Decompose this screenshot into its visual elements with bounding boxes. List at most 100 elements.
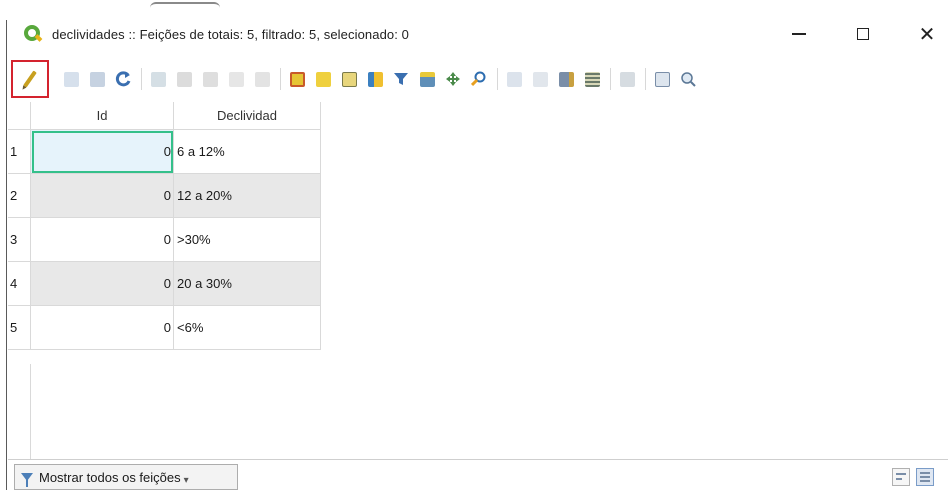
pan-to-selection-button[interactable]: [443, 69, 463, 89]
refresh-icon: [115, 71, 131, 87]
filter-icon: [394, 73, 408, 85]
form-view-icon-line: [896, 478, 902, 480]
minimize-icon: [792, 33, 806, 35]
cell-id[interactable]: 0: [31, 130, 174, 174]
cut-icon: [202, 71, 218, 87]
multi-edit-button[interactable]: [61, 69, 81, 89]
select-all-button[interactable]: [313, 69, 333, 89]
table-view-icon-line: [920, 476, 930, 478]
paste-button[interactable]: [252, 69, 272, 89]
cell-id[interactable]: 0: [31, 306, 174, 350]
deselect-all-button[interactable]: [365, 69, 385, 89]
filter-select-button[interactable]: [391, 69, 411, 89]
cell-id[interactable]: 0: [31, 218, 174, 262]
corner-header[interactable]: [8, 102, 31, 130]
separator: [141, 68, 142, 90]
filter-icon: [21, 473, 33, 487]
actions-button[interactable]: [617, 69, 637, 89]
add-feature-button[interactable]: [148, 69, 168, 89]
separator: [610, 68, 611, 90]
minimize-button[interactable]: [776, 20, 822, 48]
table-row[interactable]: 3 0 >30%: [8, 218, 321, 262]
field-calculator-icon: [558, 71, 574, 87]
save-edits-button[interactable]: [87, 69, 107, 89]
deselect-icon: [367, 71, 383, 87]
row-header-gutter: [8, 364, 31, 459]
zoom-to-selection-button[interactable]: [469, 69, 489, 89]
expression-select-icon: [289, 71, 305, 87]
row-header[interactable]: 1: [8, 130, 31, 174]
cell-id[interactable]: 0: [31, 174, 174, 218]
separator: [497, 68, 498, 90]
invert-selection-icon: [341, 71, 357, 87]
new-field-icon: [506, 71, 522, 87]
row-header[interactable]: 2: [8, 174, 31, 218]
title-bar: declividades :: Feições de totais: 5, fi…: [8, 12, 948, 56]
delete-field-icon: [532, 71, 548, 87]
zoom-selection-icon: [471, 71, 486, 87]
show-features-filter-button[interactable]: Mostrar todos os feições ▾: [14, 464, 238, 490]
window-edge: [150, 2, 220, 8]
field-calculator-button[interactable]: [556, 69, 576, 89]
table-row[interactable]: 2 0 12 a 20%: [8, 174, 321, 218]
paste-icon: [254, 71, 270, 87]
table-row[interactable]: 4 0 20 a 30%: [8, 262, 321, 306]
row-header[interactable]: 4: [8, 262, 31, 306]
window-edge: [6, 20, 7, 490]
select-all-icon: [315, 71, 331, 87]
conditional-format-icon: [584, 71, 600, 87]
cut-button[interactable]: [200, 69, 220, 89]
select-by-expression-button[interactable]: [287, 69, 307, 89]
zoom-map-button[interactable]: [678, 69, 698, 89]
window-title: declividades :: Feições de totais: 5, fi…: [52, 26, 409, 42]
move-selection-top-button[interactable]: [417, 69, 437, 89]
attribute-table-window: declividades :: Feições de totais: 5, fi…: [8, 12, 948, 493]
column-header-declividad[interactable]: Declividad: [174, 102, 321, 130]
cell-declividad[interactable]: >30%: [174, 218, 321, 262]
maximize-button[interactable]: [840, 20, 886, 48]
toggle-editing-button[interactable]: [11, 60, 49, 98]
row-header[interactable]: 5: [8, 306, 31, 350]
cell-declividad[interactable]: 20 a 30%: [174, 262, 321, 306]
row-header[interactable]: 3: [8, 218, 31, 262]
copy-button[interactable]: [226, 69, 246, 89]
pan-icon: [446, 72, 460, 86]
copy-icon: [228, 71, 244, 87]
table-view-button[interactable]: [916, 468, 934, 486]
new-field-button[interactable]: [504, 69, 524, 89]
qgis-logo-icon: [24, 25, 43, 43]
separator: [645, 68, 646, 90]
zoom-map-icon: [681, 72, 696, 87]
table-row[interactable]: 1 0 6 a 12%: [8, 130, 321, 174]
multi-edit-icon: [63, 71, 79, 87]
attribute-table: Id Declividad 1 0 6 a 12% 2 0 12 a 20% 3…: [8, 102, 321, 350]
delete-icon: [176, 71, 192, 87]
bottom-bar: Mostrar todos os feições ▾: [8, 459, 948, 493]
actions-icon: [619, 71, 635, 87]
save-icon: [89, 71, 105, 87]
cell-declividad[interactable]: <6%: [174, 306, 321, 350]
invert-selection-button[interactable]: [339, 69, 359, 89]
add-feature-icon: [150, 71, 166, 87]
filter-label: Mostrar todos os feições: [39, 469, 181, 485]
table-header: Id Declividad: [8, 102, 321, 130]
form-view-icon: [896, 473, 906, 475]
table-view-icon-line: [920, 480, 930, 482]
separator: [280, 68, 281, 90]
close-button[interactable]: ✕: [904, 20, 948, 48]
delete-field-button[interactable]: [530, 69, 550, 89]
cell-declividad[interactable]: 12 a 20%: [174, 174, 321, 218]
column-header-id[interactable]: Id: [31, 102, 174, 130]
form-view-button[interactable]: [892, 468, 910, 486]
conditional-formatting-button[interactable]: [582, 69, 602, 89]
chevron-down-icon: ▾: [183, 474, 189, 486]
cell-declividad[interactable]: 6 a 12%: [174, 130, 321, 174]
delete-selected-button[interactable]: [174, 69, 194, 89]
reload-button[interactable]: [113, 69, 133, 89]
cell-id[interactable]: 0: [31, 262, 174, 306]
dock-icon: [654, 71, 670, 87]
pencil-icon: [23, 70, 37, 88]
dock-table-button[interactable]: [652, 69, 672, 89]
toolbar: [8, 56, 948, 102]
table-row[interactable]: 5 0 <6%: [8, 306, 321, 350]
